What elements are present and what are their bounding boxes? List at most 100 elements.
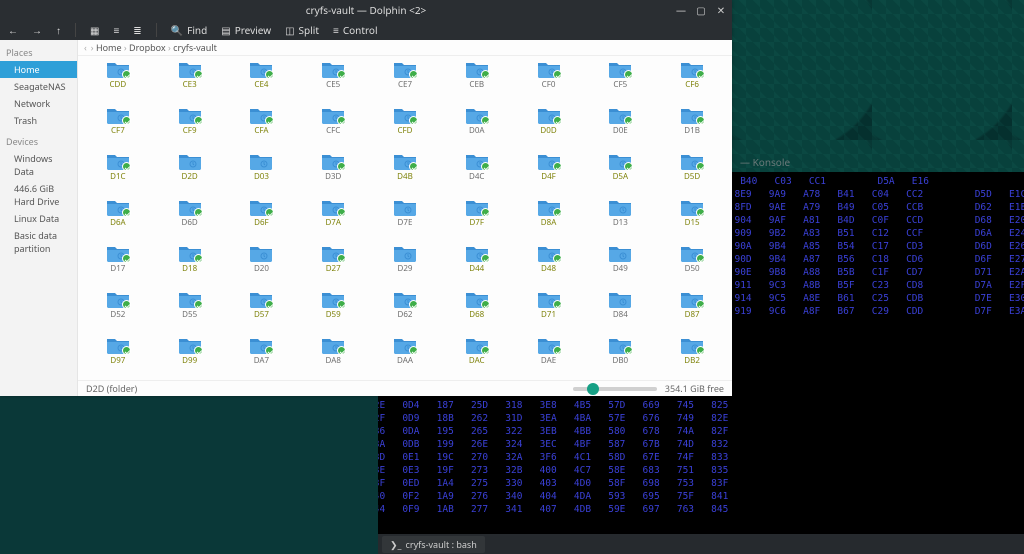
folder-item[interactable]: D20	[226, 244, 298, 290]
forward-button[interactable]: →	[32, 23, 42, 37]
compact-view-button[interactable]: ≡	[113, 23, 119, 37]
folder-item[interactable]: CE3	[154, 60, 226, 106]
folder-item[interactable]: D0E	[584, 106, 656, 152]
folder-item[interactable]: D2D	[154, 152, 226, 198]
folder-item[interactable]: DA7	[226, 336, 298, 380]
sidebar-item-seagatenas[interactable]: SeagateNAS	[0, 78, 77, 95]
sidebar-item-network[interactable]: Network	[0, 95, 77, 112]
folder-item[interactable]: D17	[82, 244, 154, 290]
folder-item[interactable]: D6F	[226, 198, 298, 244]
folder-item[interactable]: DA8	[297, 336, 369, 380]
titlebar[interactable]: cryfs-vault — Dolphin <2> — ▢ ✕	[0, 0, 732, 20]
find-button[interactable]: 🔍 Find	[171, 23, 208, 37]
folder-item[interactable]: CDD	[82, 60, 154, 106]
sync-check-icon	[194, 254, 203, 263]
folder-item[interactable]: DAC	[441, 336, 513, 380]
maximize-button[interactable]: ▢	[696, 3, 706, 17]
folder-item[interactable]: CF5	[584, 60, 656, 106]
folder-item[interactable]: DB2	[656, 336, 728, 380]
folder-item[interactable]: D27	[297, 244, 369, 290]
folder-item[interactable]: D18	[154, 244, 226, 290]
folder-item[interactable]: CF9	[154, 106, 226, 152]
folder-item[interactable]: D99	[154, 336, 226, 380]
zoom-slider[interactable]	[573, 387, 657, 391]
details-view-button[interactable]: ≣	[133, 23, 141, 37]
chevron-left-icon[interactable]: ‹	[84, 41, 87, 54]
breadcrumb[interactable]: ‹ › Home › Dropbox › cryfs-vault	[78, 40, 732, 56]
folder-item[interactable]: CEB	[441, 60, 513, 106]
folder-item[interactable]: D52	[82, 290, 154, 336]
folder-item[interactable]: D8A	[513, 198, 585, 244]
folder-item[interactable]: D5A	[584, 152, 656, 198]
folder-item[interactable]: D03	[226, 152, 298, 198]
folder-item[interactable]: D7E	[369, 198, 441, 244]
folder-item[interactable]: D0D	[513, 106, 585, 152]
folder-item[interactable]: CFD	[369, 106, 441, 152]
folder-item[interactable]: D87	[656, 290, 728, 336]
icons-view-button[interactable]: ▦	[90, 23, 99, 37]
folder-item[interactable]: D29	[369, 244, 441, 290]
breadcrumb-segment[interactable]: cryfs-vault	[173, 41, 217, 54]
minimize-button[interactable]: —	[676, 3, 686, 17]
folder-item[interactable]: DB0	[584, 336, 656, 380]
folder-item[interactable]: CF0	[513, 60, 585, 106]
folder-item[interactable]: DAA	[369, 336, 441, 380]
folder-item[interactable]: D7A	[297, 198, 369, 244]
folder-item[interactable]: D49	[584, 244, 656, 290]
folder-item[interactable]: D55	[154, 290, 226, 336]
back-button[interactable]: ←	[8, 23, 18, 37]
folder-item[interactable]: D97	[82, 336, 154, 380]
folder-item[interactable]: CE4	[226, 60, 298, 106]
preview-button[interactable]: ▤ Preview	[221, 23, 271, 37]
folder-item[interactable]: D0A	[441, 106, 513, 152]
taskbar-entry-terminal[interactable]: ❯_ cryfs-vault : bash	[382, 536, 485, 553]
terminal-window[interactable]: B6 980 A50 B12 BD9 C9F D44 DF3 B7 981 A5…	[732, 172, 1024, 534]
folder-item[interactable]: D3D	[297, 152, 369, 198]
folder-item[interactable]: D44	[441, 244, 513, 290]
folder-item[interactable]: D15	[656, 198, 728, 244]
folder-item[interactable]: D57	[226, 290, 298, 336]
folder-item[interactable]: CFC	[297, 106, 369, 152]
folder-item[interactable]: D48	[513, 244, 585, 290]
icon-view[interactable]: CDDCE3CE4CE5CE7CEBCF0CF5CF6 CF7CF9CFACFCC…	[78, 56, 732, 380]
folder-item[interactable]: CF6	[656, 60, 728, 106]
folder-item[interactable]: D62	[369, 290, 441, 336]
breadcrumb-segment[interactable]: Home	[96, 41, 122, 54]
terminal-window-overflow[interactable]: 02A 0D2 186 256 317 3E5 4B2 57B 665 73D …	[378, 396, 732, 534]
folder-item[interactable]: D4B	[369, 152, 441, 198]
folder-item[interactable]: D84	[584, 290, 656, 336]
folder-item[interactable]: D5D	[656, 152, 728, 198]
folder-item[interactable]: D1B	[656, 106, 728, 152]
sidebar-item-basic-data-partition[interactable]: Basic data partition	[0, 227, 77, 257]
split-button[interactable]: ◫ Split	[285, 23, 319, 37]
folder-item[interactable]: D71	[513, 290, 585, 336]
sync-check-icon	[553, 208, 562, 217]
folder-item[interactable]: CE7	[369, 60, 441, 106]
folder-item[interactable]: D4F	[513, 152, 585, 198]
folder-item[interactable]: D68	[441, 290, 513, 336]
folder-item[interactable]: D13	[584, 198, 656, 244]
folder-item[interactable]: D50	[656, 244, 728, 290]
folder-item[interactable]: D6D	[154, 198, 226, 244]
control-button[interactable]: ≡ Control	[333, 23, 378, 37]
sidebar-item-home[interactable]: Home	[0, 61, 77, 78]
folder-item[interactable]: CF7	[82, 106, 154, 152]
sidebar-item-trash[interactable]: Trash	[0, 112, 77, 129]
up-button[interactable]: ↑	[56, 23, 61, 37]
sidebar-item-446-6-gib-hard-drive[interactable]: 446.6 GiB Hard Drive	[0, 180, 77, 210]
sidebar-item-windows-data[interactable]: Windows Data	[0, 150, 77, 180]
folder-item[interactable]: DAE	[513, 336, 585, 380]
sync-check-icon	[122, 346, 131, 355]
folder-icon	[465, 106, 489, 124]
close-button[interactable]: ✕	[716, 3, 726, 17]
sidebar-item-linux-data[interactable]: Linux Data	[0, 210, 77, 227]
breadcrumb-segment[interactable]: Dropbox	[129, 41, 166, 54]
folder-item[interactable]: CE5	[297, 60, 369, 106]
folder-label: D6F	[254, 217, 269, 228]
folder-item[interactable]: D7F	[441, 198, 513, 244]
folder-item[interactable]: CFA	[226, 106, 298, 152]
folder-item[interactable]: D4C	[441, 152, 513, 198]
folder-item[interactable]: D59	[297, 290, 369, 336]
folder-item[interactable]: D6A	[82, 198, 154, 244]
folder-item[interactable]: D1C	[82, 152, 154, 198]
